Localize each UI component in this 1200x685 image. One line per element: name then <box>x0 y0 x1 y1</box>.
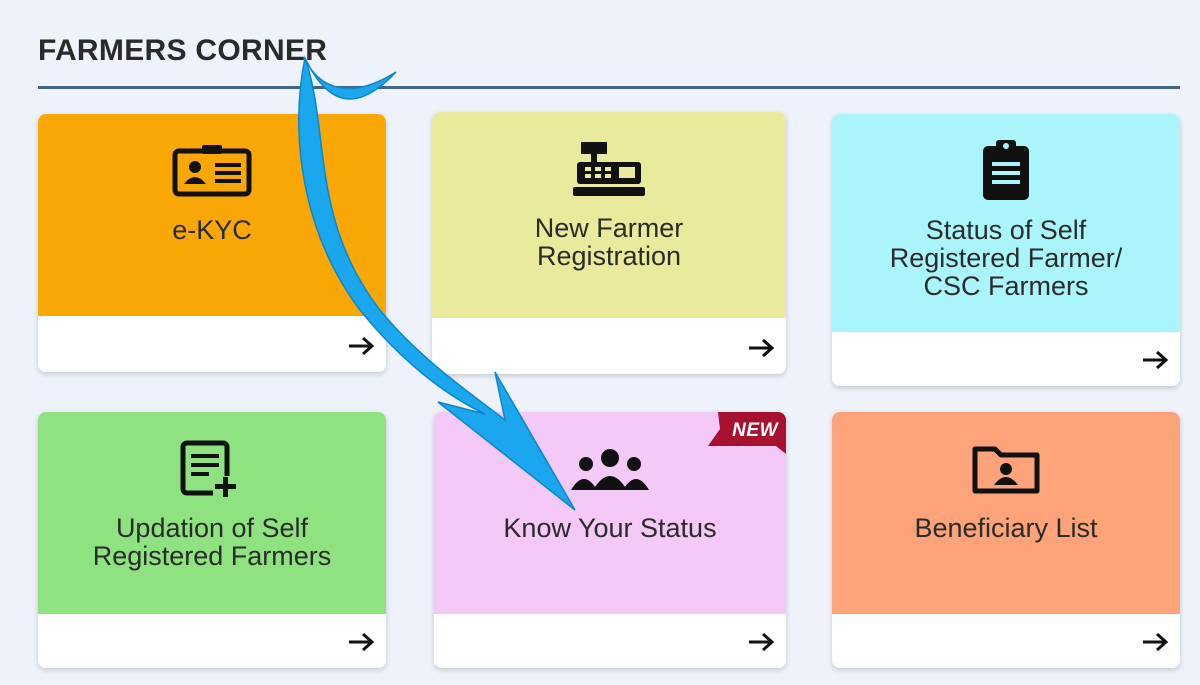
arrow-right-icon[interactable] <box>346 630 376 654</box>
card-colored-area: e-KYC <box>38 114 386 316</box>
card-colored-area: Beneficiary List <box>832 412 1180 614</box>
card-footer <box>832 614 1180 668</box>
card-colored-area: New Farmer Registration <box>432 112 786 318</box>
id-card-icon <box>171 140 253 202</box>
card-footer <box>832 332 1180 386</box>
card-label: e-KYC <box>172 215 252 245</box>
new-badge-text: NEW <box>732 420 778 441</box>
card-label: Know Your Status <box>503 513 717 543</box>
card-colored-area: Status of Self Registered Farmer/ CSC Fa… <box>832 114 1180 332</box>
card-new-farmer-registration[interactable]: New Farmer Registration <box>432 112 786 374</box>
users-group-icon <box>569 438 651 500</box>
arrow-right-icon[interactable] <box>1140 348 1170 372</box>
card-know-your-status[interactable]: Know Your Status NEW <box>434 412 786 668</box>
card-status-self-registered[interactable]: Status of Self Registered Farmer/ CSC Fa… <box>832 114 1180 386</box>
document-add-icon <box>171 438 253 500</box>
section-divider <box>38 86 1180 89</box>
card-label: Beneficiary List <box>914 513 1098 543</box>
card-footer <box>38 316 386 372</box>
arrow-right-icon[interactable] <box>346 334 376 358</box>
cash-register-icon <box>568 138 650 200</box>
card-beneficiary-list[interactable]: Beneficiary List <box>832 412 1180 668</box>
arrow-right-icon[interactable] <box>1140 630 1170 654</box>
card-label: Updation of Self Registered Farmers <box>92 513 332 571</box>
card-colored-area: Updation of Self Registered Farmers <box>38 412 386 614</box>
clipboard-list-icon <box>965 140 1047 202</box>
card-footer <box>432 318 786 374</box>
arrow-right-icon[interactable] <box>746 630 776 654</box>
arrow-right-icon[interactable] <box>746 336 776 360</box>
card-label: New Farmer Registration <box>534 213 684 271</box>
new-badge: NEW <box>708 412 786 454</box>
folder-user-icon <box>965 438 1047 500</box>
card-updation-self-registered[interactable]: Updation of Self Registered Farmers <box>38 412 386 668</box>
card-label: Status of Self Registered Farmer/ CSC Fa… <box>889 215 1123 301</box>
section-title: FARMERS CORNER <box>38 34 328 67</box>
card-footer <box>38 614 386 668</box>
card-e-kyc[interactable]: e-KYC <box>38 114 386 372</box>
card-footer <box>434 614 786 668</box>
